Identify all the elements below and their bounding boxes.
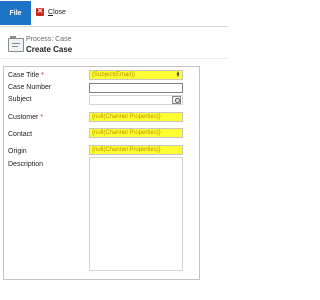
contact-label: Contact [8,131,33,138]
customer-label-text: Customer [8,114,39,121]
description-field[interactable] [89,157,183,271]
ribbon [0,0,228,27]
close-icon: ✕ [36,8,44,16]
case-number-field[interactable] [89,83,183,93]
case-title-value: {Subject(Email)} [92,72,136,78]
case-title-label-text: Case Title [8,72,40,79]
spinner-icon[interactable]: ▲ ▼ [175,71,181,79]
required-marker: * [40,114,44,121]
required-marker: * [41,72,44,79]
case-form-icon [8,36,24,52]
close-button[interactable]: ✕ Close [36,6,66,18]
file-tab[interactable]: File [0,1,31,25]
close-label-rest: lose [53,8,66,16]
page-title: Create Case [26,45,73,54]
header-divider [0,58,228,59]
case-title-label: Case Title * [8,71,44,80]
customer-field[interactable]: {null(Channel Properties)} [89,112,183,122]
origin-field[interactable]: {null(Channel Properties)} [89,145,183,155]
process-label: Process: Case [26,36,72,43]
contact-field[interactable]: {null(Channel Properties)} [89,128,183,138]
lookup-icon[interactable] [172,96,181,104]
customer-label: Customer * [8,113,43,122]
description-label: Description [8,161,44,168]
subject-field[interactable] [89,95,183,105]
case-title-field[interactable]: {Subject(Email)} ▲ ▼ [89,70,183,80]
subject-label: Subject [8,96,32,103]
origin-label: Origin [8,148,27,155]
close-button-label: Close [48,9,66,16]
case-number-label: Case Number [8,84,52,91]
